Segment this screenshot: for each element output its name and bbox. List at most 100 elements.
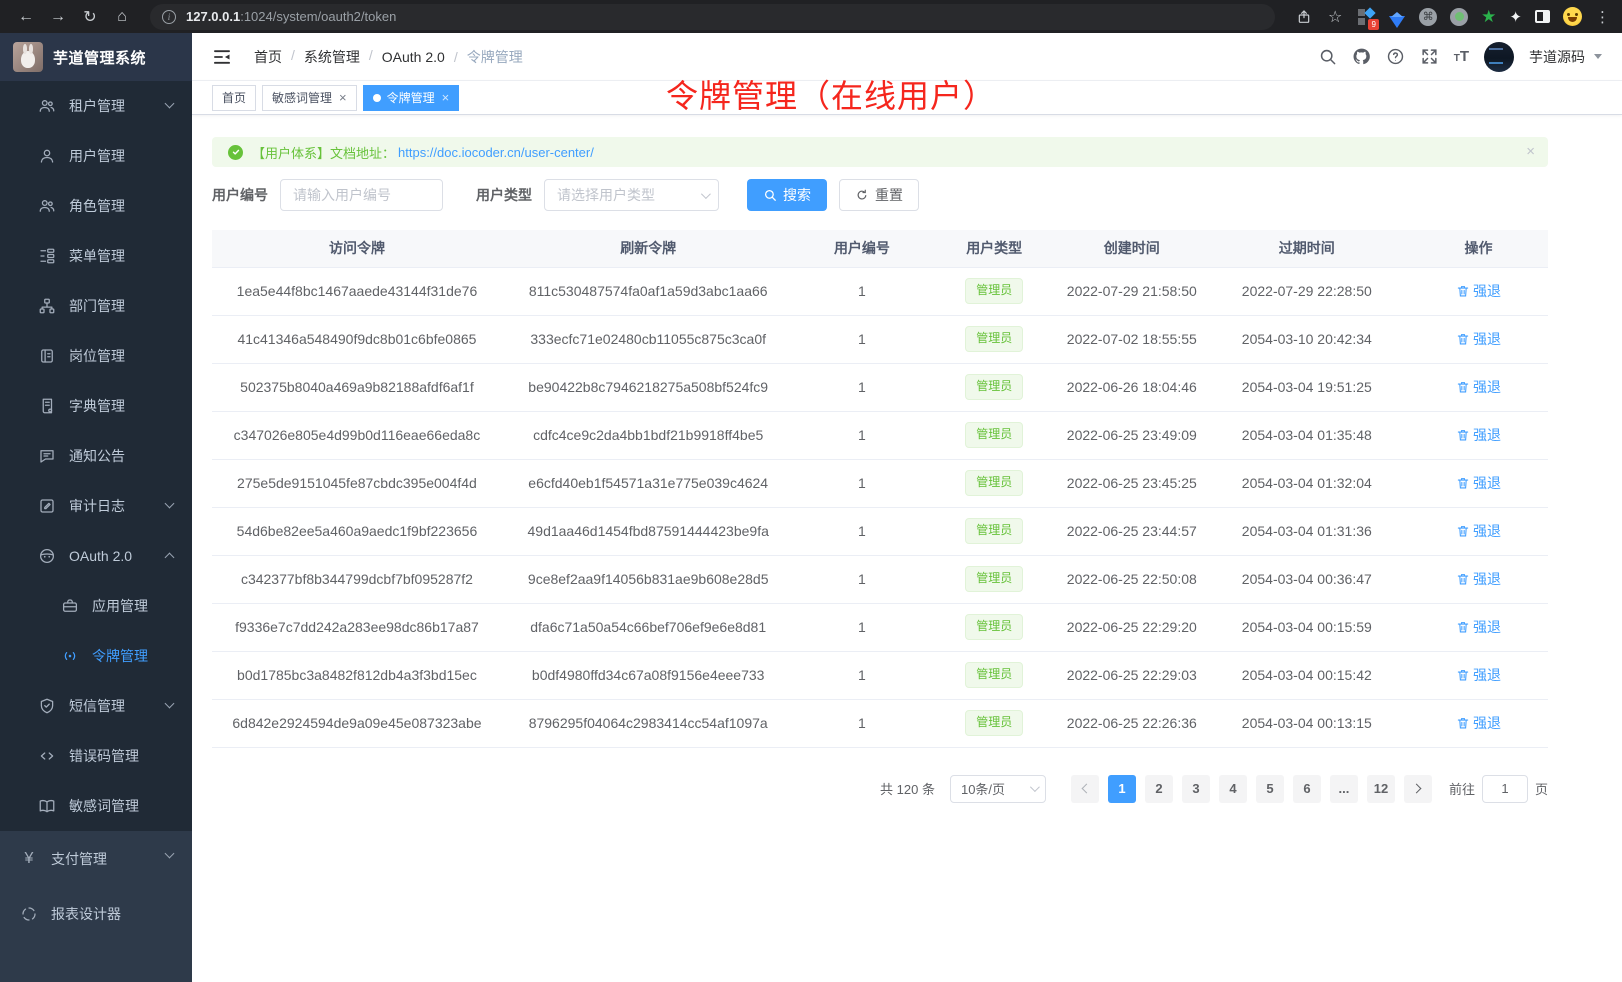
command-extension-icon[interactable]: ⌘ [1419,8,1437,26]
sidebar-item[interactable]: 应用管理 [0,581,192,631]
user-avatar[interactable] [1484,42,1514,72]
sidebar-item[interactable]: 部门管理 [0,281,192,331]
sidebar-item-label: 短信管理 [69,696,125,716]
page-number-button[interactable]: 1 [1108,775,1136,803]
breadcrumb-separator: / [291,47,295,67]
forward-icon[interactable]: → [44,5,72,29]
created-time-cell: 2022-06-25 23:44:57 [1059,507,1205,555]
table-row: b0d1785bc3a8482f812db4a3f3bd15ec b0df498… [212,651,1548,699]
force-logout-button[interactable]: 强退 [1456,377,1501,397]
force-logout-button[interactable]: 强退 [1456,713,1501,733]
action-cell: 强退 [1409,555,1548,603]
extension-grid-icon[interactable]: 9 [1357,8,1375,26]
expire-time-cell: 2054-03-04 01:31:36 [1205,507,1409,555]
sidebar-item[interactable]: 岗位管理 [0,331,192,381]
green-star-extension-icon[interactable]: ★ [1481,7,1496,27]
user-id-cell: 1 [794,507,929,555]
help-icon[interactable] [1386,47,1405,66]
refresh-token-cell: 9ce8ef2aa9f14056b831ae9b608e28d5 [502,555,795,603]
alert-close-icon[interactable]: × [1526,143,1535,160]
breadcrumb-item[interactable]: OAuth 2.0 / [382,49,458,65]
sidebar-item[interactable]: 令牌管理 [0,631,192,681]
page-number-button[interactable]: 4 [1219,775,1247,803]
close-icon[interactable]: × [339,91,347,104]
menu-fold-icon[interactable] [212,47,232,67]
sidebar-item[interactable]: 用户管理 [0,131,192,181]
goto-page-input[interactable] [1482,775,1528,803]
address-bar[interactable]: i 127.0.0.1:1024/system/oauth2/token [150,4,1275,30]
puzzle-extension-icon[interactable]: ✦ [1509,8,1522,26]
user-type-select[interactable]: 请选择用户类型 [544,179,719,211]
sidebar-item[interactable]: 报表设计器 [0,886,192,941]
page-number-button[interactable]: 2 [1145,775,1173,803]
sidebar-item[interactable]: 错误码管理 [0,731,192,781]
force-logout-button[interactable]: 强退 [1456,425,1501,445]
chevron-down-icon [1030,782,1040,792]
sidebar-item[interactable]: 租户管理 [0,81,192,131]
share-icon[interactable] [1295,5,1313,29]
sidebar-item[interactable]: 菜单管理 [0,231,192,281]
profile-avatar-icon[interactable] [1563,7,1582,26]
breadcrumb-label: 系统管理 [304,47,360,67]
sidebar-item[interactable]: 字典管理 [0,381,192,431]
table-header-row: 访问令牌刷新令牌用户编号用户类型创建时间过期时间操作 [212,230,1548,267]
tag-view-tab[interactable]: 敏感词管理 × [262,85,357,111]
sidebar-item[interactable]: 通知公告 [0,431,192,481]
breadcrumb-label: OAuth 2.0 [382,49,445,65]
force-logout-button[interactable]: 强退 [1456,665,1501,685]
sidebar-item[interactable]: 敏感词管理 [0,781,192,831]
breadcrumb-item[interactable]: 首页 / [254,47,295,67]
sidebar-toggle-icon[interactable] [1535,10,1550,23]
search-button[interactable]: 搜索 [747,179,827,211]
page-number-button[interactable]: ... [1330,775,1358,803]
breadcrumb-item[interactable]: 系统管理 / [304,47,373,67]
access-token-cell: 54d6be82ee5a460a9aedc1f9bf223656 [212,507,502,555]
access-token-cell: f9336e7c7dd242a283ee98dc86b17a87 [212,603,502,651]
user-type-tag: 管理员 [965,566,1023,591]
page-number-button[interactable]: 3 [1182,775,1210,803]
doc-link[interactable]: https://doc.iocoder.cn/user-center/ [398,145,594,160]
force-logout-button[interactable]: 强退 [1456,569,1501,589]
fullscreen-icon[interactable] [1420,47,1439,66]
close-icon[interactable]: × [442,91,450,104]
page-number-button[interactable]: 12 [1367,775,1395,803]
next-page-button[interactable] [1404,775,1432,803]
gem-extension-icon[interactable] [1388,8,1406,26]
force-logout-button[interactable]: 强退 [1456,473,1501,493]
tag-view-tab[interactable]: 首页 [212,85,256,111]
reload-icon[interactable]: ↻ [76,5,104,29]
page-number-button[interactable]: 6 [1293,775,1321,803]
user-name[interactable]: 芋道源码 [1529,47,1585,67]
github-icon[interactable] [1352,47,1371,66]
home-icon[interactable]: ⌂ [108,5,136,29]
reset-button[interactable]: 重置 [839,179,919,211]
page-number-button[interactable]: 5 [1256,775,1284,803]
back-icon[interactable]: ← [12,5,40,29]
search-icon[interactable] [1318,47,1337,66]
sidebar-item[interactable]: 审计日志 [0,481,192,531]
force-logout-button[interactable]: 强退 [1456,281,1501,301]
sidebar-item-label: 敏感词管理 [69,796,139,816]
browser-menu-icon[interactable]: ⋮ [1595,8,1610,26]
breadcrumb-label: 首页 [254,47,282,67]
app-logo-bar[interactable]: 芋道管理系统 [0,33,192,81]
sidebar-item[interactable]: OAuth 2.0 [0,531,192,581]
bookmark-star-icon[interactable]: ☆ [1326,5,1344,29]
system-submenu: 租户管理 用户管理 角色管理 [0,81,192,831]
page-size-select[interactable]: 10条/页 [950,775,1046,803]
tag-view-tab[interactable]: 令牌管理 × [363,85,460,111]
sidebar-item[interactable]: ¥ 支付管理 [0,831,192,886]
recorder-extension-icon[interactable] [1450,8,1468,26]
prev-page-button[interactable] [1071,775,1099,803]
force-logout-button[interactable]: 强退 [1456,521,1501,541]
sidebar-item[interactable]: 短信管理 [0,681,192,731]
breadcrumb-item[interactable]: 令牌管理 [467,47,523,67]
font-size-icon[interactable]: TT [1454,48,1469,65]
caret-down-icon[interactable] [1594,54,1602,59]
report-icon [20,905,38,923]
sidebar-item[interactable]: 角色管理 [0,181,192,231]
user-id-input[interactable] [280,179,443,211]
force-logout-button[interactable]: 强退 [1456,329,1501,349]
force-logout-button[interactable]: 强退 [1456,617,1501,637]
site-info-icon[interactable]: i [162,10,176,24]
